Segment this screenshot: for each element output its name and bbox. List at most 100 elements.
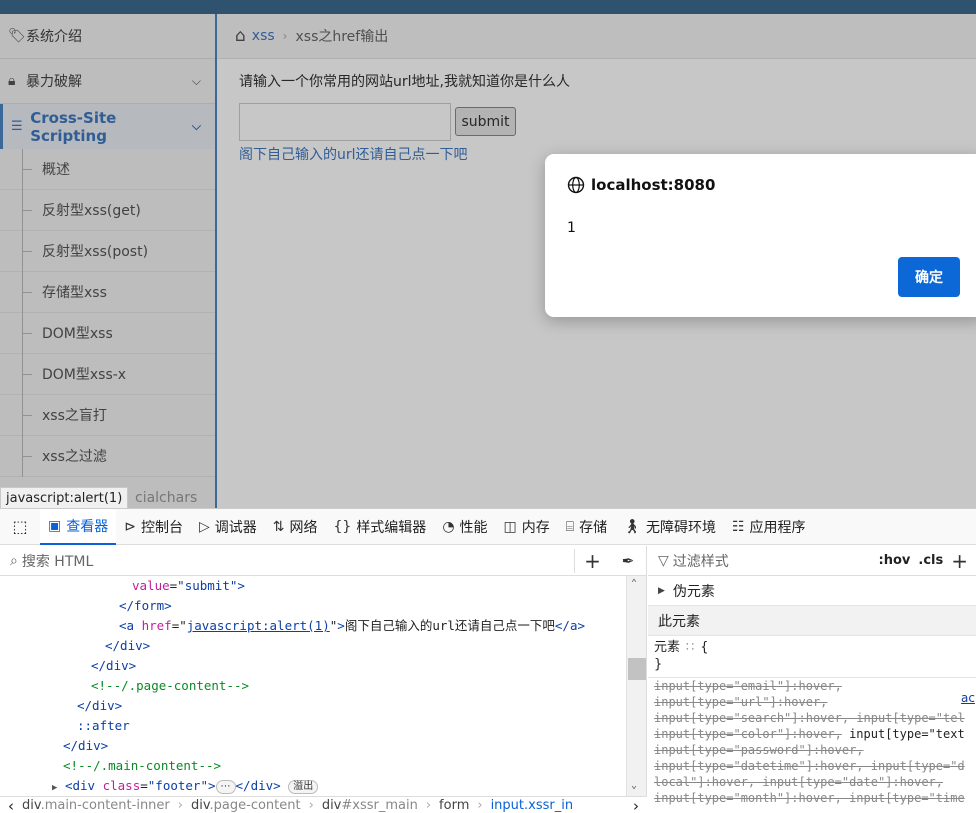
- tab-style-editor[interactable]: {} 样式编辑器: [325, 509, 434, 545]
- selector: input[type="date"]:hover,: [755, 775, 943, 789]
- attr-name: class: [102, 778, 141, 793]
- cls-toggle[interactable]: .cls: [918, 553, 943, 568]
- alert-ok-button[interactable]: 确定: [898, 257, 960, 297]
- rule-source-link[interactable]: ac: [961, 690, 975, 706]
- tab-console[interactable]: ⊳ 控制台: [116, 509, 191, 545]
- tab-label: 调试器: [214, 519, 257, 536]
- attr-value-link[interactable]: javascript:alert(1): [187, 618, 330, 633]
- overflow-badge[interactable]: 溢出: [288, 779, 319, 794]
- crumb-xssr-main[interactable]: div#xssr_main: [322, 798, 418, 813]
- hov-toggle[interactable]: :hov: [879, 553, 911, 568]
- scroll-up-icon[interactable]: ⌃: [631, 578, 637, 589]
- pseudo-elements-section[interactable]: ▶ 伪元素: [648, 576, 976, 606]
- tab-label: 内存: [521, 519, 550, 536]
- tree-scrollbar[interactable]: ⌃ ⌄: [626, 576, 646, 796]
- tab-network[interactable]: ⇅ 网络: [265, 509, 326, 545]
- selector: input[type="time: [841, 791, 965, 805]
- crumb-class: .xssr_in: [524, 798, 574, 813]
- scrollbar-thumb[interactable]: [628, 658, 646, 680]
- performance-icon: ◔: [442, 518, 455, 535]
- add-node-button[interactable]: +: [574, 548, 610, 573]
- accessibility-icon: 🚶︎: [623, 518, 641, 535]
- selector: local"]:hover,: [654, 775, 756, 789]
- crumb-separator: ›: [477, 798, 483, 813]
- selector: input[type="url"]:hover,: [654, 695, 828, 709]
- node-breadcrumbs: ‹ div.main-content-inner › div.page-conte…: [0, 796, 647, 813]
- crumb-input-xssr-in[interactable]: input.xssr_in: [491, 798, 574, 813]
- scroll-down-icon[interactable]: ⌄: [631, 780, 637, 791]
- attr-name: href: [141, 618, 172, 633]
- tab-label: 控制台: [140, 519, 183, 536]
- tab-memory[interactable]: ◫ 内存: [496, 509, 558, 545]
- tab-storage[interactable]: ⌸ 存储: [558, 509, 615, 545]
- tree-line[interactable]: </form>: [0, 596, 646, 616]
- tree-line[interactable]: ▶ <div class="footer"> ⋯ </div> 溢出: [0, 776, 646, 796]
- tree-line[interactable]: </div>: [0, 636, 646, 656]
- expand-triangle-icon[interactable]: ▶: [52, 783, 57, 793]
- eyedropper-icon[interactable]: ✒: [610, 552, 646, 570]
- crumb-separator: ›: [308, 798, 314, 813]
- storage-icon: ⌸: [565, 518, 575, 535]
- selector: input[type="datetime"]:hover,: [654, 759, 864, 773]
- crumb-page-content[interactable]: div.page-content: [191, 798, 301, 813]
- tab-accessibility[interactable]: 🚶︎ 无障碍环境: [615, 509, 724, 545]
- chevron-right-icon[interactable]: ›: [625, 797, 647, 813]
- chevron-left-icon[interactable]: ‹: [0, 797, 22, 813]
- style-editor-icon: {}: [333, 518, 352, 535]
- selector: input[type="tel: [849, 711, 965, 725]
- tree-line[interactable]: <!--/.page-content-->: [0, 676, 646, 696]
- pseudo-element: ::after: [77, 718, 130, 733]
- rules-panel: ▽ 过滤样式 :hov .cls + ▶ 伪元素 此元素 元素 ∷ { } ac i…: [648, 546, 976, 813]
- tree-line[interactable]: </div>: [0, 736, 646, 756]
- selector: input[type="color"]:hover,: [654, 727, 842, 741]
- crumb-main-content-inner[interactable]: div.main-content-inner: [22, 798, 170, 813]
- tab-inspector[interactable]: ▣ 查看器: [40, 508, 117, 545]
- selector: input[type="password"]:hover,: [654, 743, 864, 757]
- tag-close: </div>: [63, 738, 109, 753]
- section-label: 伪元素: [672, 583, 715, 600]
- ellipsis-icon[interactable]: ⋯: [215, 779, 236, 794]
- node-text: 阁下自己输入的url还请自己点一下吧: [344, 618, 555, 633]
- crumb-tag: input: [490, 798, 525, 813]
- tab-application[interactable]: ☷ 应用程序: [724, 509, 814, 545]
- element-picker-icon[interactable]: ⬚: [0, 509, 40, 545]
- tree-line[interactable]: ::after: [0, 716, 646, 736]
- section-label: 此元素: [658, 613, 700, 630]
- devtools-panel: ⬚ ▣ 查看器 ⊳ 控制台 ▷ 调试器 ⇅ 网络 {} 样式编辑器 ◔ 性能 ◫ 内存 ⌸ 存储…: [0, 508, 976, 813]
- tree-line[interactable]: value="submit">: [0, 576, 646, 596]
- element-rule[interactable]: 元素 ∷ { }: [648, 636, 976, 678]
- tag-close: </form>: [119, 598, 172, 613]
- crumb-tag: div: [190, 798, 210, 813]
- tab-performance[interactable]: ◔ 性能: [434, 509, 495, 545]
- debugger-icon: ▷: [198, 518, 210, 535]
- crumb-form[interactable]: form: [439, 798, 469, 813]
- selector: input[type="email"]:hover,: [654, 679, 842, 693]
- tab-debugger[interactable]: ▷ 调试器: [191, 509, 265, 545]
- tree-line[interactable]: </div>: [0, 656, 646, 676]
- tab-label: 无障碍环境: [645, 519, 716, 536]
- tab-label: 样式编辑器: [356, 519, 427, 536]
- tab-label: 存储: [579, 519, 608, 536]
- application-icon: ☷: [731, 518, 745, 535]
- html-search-bar[interactable]: ⌕ 搜索 HTML + ✒: [0, 546, 646, 576]
- rules-filter-bar[interactable]: ▽ 过滤样式 :hov .cls +: [648, 546, 976, 576]
- tree-line-selected[interactable]: <a href="javascript:alert(1)">阁下自己输入的url…: [0, 616, 646, 636]
- crumb-separator: ›: [425, 798, 432, 813]
- tag-close: </div>: [91, 658, 137, 673]
- memory-icon: ◫: [503, 518, 517, 535]
- crumb-class: .main-content-inner: [40, 798, 170, 813]
- html-comment: <!--/.main-content-->: [63, 758, 222, 773]
- tab-label: 查看器: [66, 518, 109, 535]
- expand-triangle-icon: ▶: [658, 585, 665, 596]
- tag-close: </div>: [105, 638, 151, 653]
- html-search-input[interactable]: 搜索 HTML: [22, 551, 93, 571]
- add-rule-button[interactable]: +: [951, 549, 968, 573]
- crumb-tag: form: [439, 798, 470, 813]
- tree-line[interactable]: <!--/.main-content-->: [0, 756, 646, 776]
- markup-panel: ⌕ 搜索 HTML + ✒ value="submit"> </form> <a…: [0, 546, 647, 796]
- crumb-separator: ›: [177, 798, 183, 813]
- tree-line[interactable]: </div>: [0, 696, 646, 716]
- open-brace: {: [700, 640, 709, 655]
- selector-rule[interactable]: ac input[type="email"]:hover, input[type…: [648, 678, 976, 806]
- filter-styles-input[interactable]: 过滤样式: [673, 551, 729, 571]
